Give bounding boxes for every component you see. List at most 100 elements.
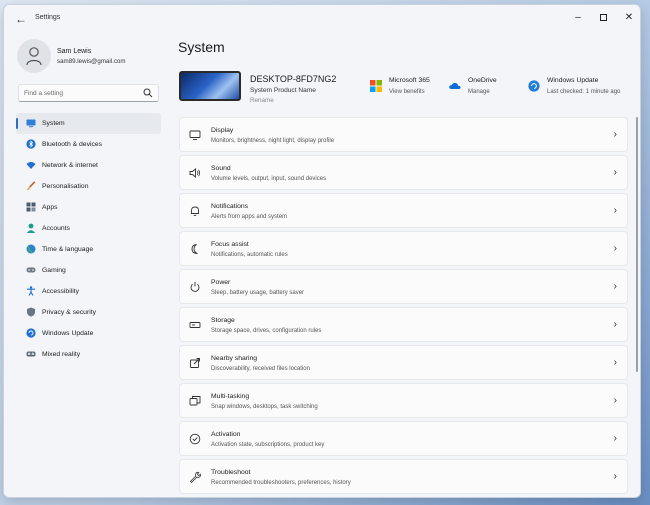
check-circle-icon — [189, 433, 201, 445]
maximize-icon — [599, 13, 607, 21]
setting-row-troubleshoot[interactable]: Troubleshoot Recommended troubleshooters… — [179, 459, 628, 494]
sidebar-item-bluetooth[interactable]: Bluetooth & devices — [16, 134, 161, 155]
bluetooth-icon — [26, 139, 36, 149]
setting-title: Notifications — [211, 203, 249, 210]
sidebar-item-label: Bluetooth & devices — [42, 141, 103, 148]
chevron-right-icon: › — [613, 281, 617, 292]
sidebar-item-time-language[interactable]: Time & language — [16, 239, 161, 260]
maximize-button[interactable] — [592, 9, 614, 27]
storage-icon — [189, 322, 201, 328]
sidebar-item-windows-update[interactable]: Windows Update — [16, 323, 161, 344]
device-model: System Product Name — [250, 87, 316, 94]
search-box[interactable] — [18, 84, 159, 102]
chevron-right-icon: › — [613, 167, 617, 178]
chevron-right-icon: › — [613, 395, 617, 406]
update-icon — [26, 328, 36, 338]
setting-row-display[interactable]: Display Monitors, brightness, night ligh… — [179, 117, 628, 152]
sidebar-item-label: Accessibility — [42, 288, 80, 295]
microsoft-logo-icon — [370, 80, 382, 92]
sidebar-item-label: Mixed reality — [42, 351, 81, 358]
sidebar-nav: System Bluetooth & devices Network & int… — [16, 113, 161, 365]
title-bar: ← Settings – ✕ — [4, 5, 640, 33]
setting-description: Discoverability, received files location — [211, 366, 310, 372]
sidebar-item-mixed-reality[interactable]: Mixed reality — [16, 344, 161, 365]
setting-description: Activation state, subscriptions, product… — [211, 442, 325, 448]
device-wallpaper-thumbnail — [179, 71, 241, 101]
person-icon — [26, 47, 42, 66]
user-name: Sam Lewis — [57, 48, 92, 55]
close-button[interactable]: ✕ — [618, 9, 640, 27]
chevron-right-icon: › — [613, 205, 617, 216]
app-title: Settings — [35, 14, 61, 21]
speaker-icon — [189, 168, 200, 178]
shield-icon — [27, 307, 35, 317]
monitor-icon — [26, 119, 36, 128]
minimize-button[interactable]: – — [567, 9, 589, 27]
setting-description: Notifications, automatic rules — [211, 252, 288, 258]
setting-title: Activation — [211, 431, 241, 438]
quick-link-title: OneDrive — [468, 77, 497, 84]
avatar[interactable] — [17, 39, 51, 73]
chevron-right-icon: › — [613, 319, 617, 330]
setting-row-sound[interactable]: Sound Volume levels, output, input, soun… — [179, 155, 628, 190]
active-indicator — [16, 118, 18, 129]
quick-link-subtitle: Manage — [468, 89, 490, 95]
bell-icon — [191, 206, 199, 217]
sidebar-item-network[interactable]: Network & internet — [16, 155, 161, 176]
quick-link-title: Microsoft 365 — [389, 77, 430, 84]
wrench-icon — [189, 471, 201, 483]
back-arrow-icon[interactable]: ← — [15, 12, 27, 26]
setting-title: Nearby sharing — [211, 355, 258, 362]
setting-title: Storage — [211, 317, 235, 324]
setting-title: Power — [211, 279, 231, 286]
chevron-right-icon: › — [613, 129, 617, 140]
page-title: System — [178, 39, 225, 55]
headset-icon — [26, 351, 36, 357]
chevron-right-icon: › — [613, 471, 617, 482]
account-icon — [26, 223, 36, 233]
sidebar-item-accounts[interactable]: Accounts — [16, 218, 161, 239]
chevron-right-icon: › — [613, 243, 617, 254]
sidebar-item-accessibility[interactable]: Accessibility — [16, 281, 161, 302]
gamepad-icon — [26, 267, 36, 273]
setting-row-nearby-sharing[interactable]: Nearby sharing Discoverability, received… — [179, 345, 628, 380]
setting-title: Focus assist — [211, 241, 249, 248]
setting-description: Monitors, brightness, night light, displ… — [211, 138, 335, 144]
search-icon[interactable] — [143, 88, 153, 98]
setting-row-focus-assist[interactable]: Focus assist Notifications, automatic ru… — [179, 231, 628, 266]
setting-description: Storage space, drives, configuration rul… — [211, 328, 322, 334]
moon-icon — [191, 244, 198, 254]
sidebar-item-label: Privacy & security — [42, 309, 97, 316]
sidebar-item-label: Accounts — [42, 225, 70, 232]
quick-link-title: Windows Update — [547, 77, 599, 84]
device-name: DESKTOP-8FD7NG2 — [250, 74, 337, 84]
setting-row-activation[interactable]: Activation Activation state, subscriptio… — [179, 421, 628, 456]
sidebar-item-system[interactable]: System — [16, 113, 161, 134]
sidebar-item-label: Windows Update — [42, 330, 94, 337]
cloud-icon — [449, 82, 461, 89]
apps-icon — [26, 202, 36, 212]
sidebar-item-label: Apps — [42, 204, 58, 211]
search-input[interactable] — [24, 88, 139, 99]
setting-row-power[interactable]: Power Sleep, battery usage, battery save… — [179, 269, 628, 304]
setting-title: Multi-tasking — [211, 393, 250, 400]
sidebar-item-apps[interactable]: Apps — [16, 197, 161, 218]
share-icon — [190, 358, 200, 368]
sidebar-item-personalisation[interactable]: Personalisation — [16, 176, 161, 197]
chevron-right-icon: › — [613, 433, 617, 444]
accessibility-icon — [27, 286, 35, 296]
setting-row-storage[interactable]: Storage Storage space, drives, configura… — [179, 307, 628, 342]
settings-window: ← Settings – ✕ Sam Lewis sam89.lewis@gma… — [3, 4, 641, 498]
quick-link-subtitle: Last checked: 1 minute ago — [547, 89, 621, 95]
sidebar-item-gaming[interactable]: Gaming — [16, 260, 161, 281]
sidebar-item-label: System — [42, 120, 65, 127]
sidebar-item-label: Personalisation — [42, 183, 89, 190]
sidebar-item-label: Time & language — [42, 246, 94, 253]
sidebar-item-privacy[interactable]: Privacy & security — [16, 302, 161, 323]
setting-row-notifications[interactable]: Notifications Alerts from apps and syste… — [179, 193, 628, 228]
setting-row-multi-tasking[interactable]: Multi-tasking Snap windows, desktops, ta… — [179, 383, 628, 418]
sidebar-item-label: Network & internet — [42, 162, 98, 169]
scrollbar[interactable] — [636, 117, 638, 372]
setting-description: Sleep, battery usage, battery saver — [211, 290, 305, 296]
rename-link[interactable]: Rename — [250, 97, 274, 104]
